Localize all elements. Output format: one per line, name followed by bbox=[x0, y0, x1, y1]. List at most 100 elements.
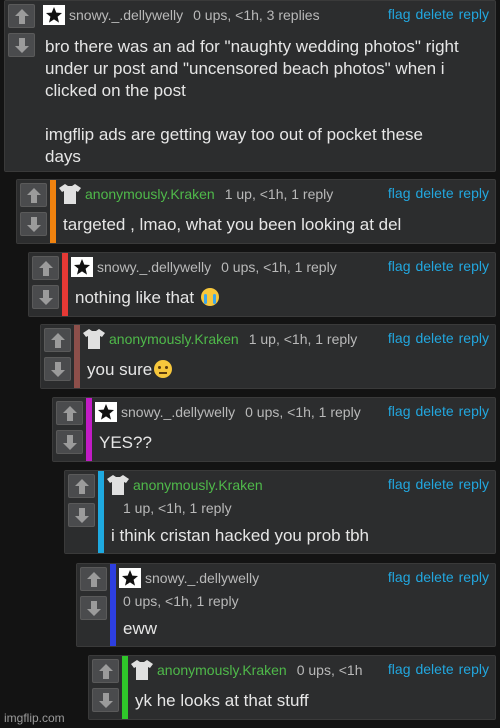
reply-link[interactable]: reply bbox=[459, 185, 489, 201]
delete-link[interactable]: delete bbox=[415, 403, 453, 419]
avatar[interactable] bbox=[59, 184, 81, 204]
downvote-button[interactable] bbox=[56, 430, 83, 454]
username-link[interactable]: snowy._.dellywelly bbox=[97, 259, 211, 275]
downvote-button[interactable] bbox=[92, 688, 119, 712]
arrow-up-icon bbox=[15, 9, 29, 24]
vote-controls bbox=[65, 471, 99, 553]
downvote-button[interactable] bbox=[80, 596, 107, 620]
comment-actions: flag delete reply bbox=[383, 329, 489, 347]
arrow-down-icon bbox=[27, 217, 41, 232]
flag-link[interactable]: flag bbox=[388, 476, 411, 492]
arrow-down-icon bbox=[39, 290, 53, 305]
upvote-button[interactable] bbox=[92, 659, 119, 683]
arrow-down-icon bbox=[75, 508, 89, 523]
thread-depth-bar bbox=[122, 656, 128, 719]
delete-link[interactable]: delete bbox=[415, 330, 453, 346]
comment-1: anonymously.Kraken 1 up, <1h, 1 reply fla… bbox=[16, 179, 496, 244]
delete-link[interactable]: delete bbox=[415, 476, 453, 492]
flag-link[interactable]: flag bbox=[388, 661, 411, 677]
comment-stats: 1 up, <1h, 1 reply bbox=[248, 331, 358, 347]
tshirt-icon bbox=[107, 475, 129, 495]
delete-link[interactable]: delete bbox=[415, 185, 453, 201]
flag-link[interactable]: flag bbox=[388, 6, 411, 22]
comment-text: i think cristan hacked you prob tbh bbox=[111, 526, 369, 545]
thread-depth-bar bbox=[50, 180, 56, 243]
username-link[interactable]: snowy._.dellywelly bbox=[69, 7, 183, 23]
arrow-up-icon bbox=[39, 261, 53, 276]
tshirt-icon bbox=[83, 329, 105, 349]
thread-depth-bar bbox=[62, 253, 68, 316]
upvote-button[interactable] bbox=[20, 183, 47, 207]
arrow-up-icon bbox=[87, 572, 101, 587]
face-with-raised-eyebrow-emoji bbox=[154, 360, 173, 378]
comment-actions: flag delete reply bbox=[383, 568, 489, 586]
reply-link[interactable]: reply bbox=[459, 569, 489, 585]
downvote-button[interactable] bbox=[20, 212, 47, 236]
flag-link[interactable]: flag bbox=[388, 258, 411, 274]
arrow-down-icon bbox=[15, 38, 29, 53]
arrow-down-icon bbox=[63, 435, 77, 450]
flag-link[interactable]: flag bbox=[388, 403, 411, 419]
comment-5: anonymously.Kraken flag delete reply 1 up,… bbox=[64, 470, 496, 554]
reply-link[interactable]: reply bbox=[459, 403, 489, 419]
avatar[interactable] bbox=[83, 329, 105, 349]
delete-link[interactable]: delete bbox=[415, 6, 453, 22]
delete-link[interactable]: delete bbox=[415, 258, 453, 274]
comment-text: bro there was an ad for "naughty wedding… bbox=[45, 37, 459, 166]
username-link[interactable]: anonymously.Kraken bbox=[109, 331, 239, 347]
comment-4: snowy._.dellywelly 0 ups, <1h, 1 reply fl… bbox=[52, 397, 496, 462]
flag-link[interactable]: flag bbox=[388, 185, 411, 201]
star-icon bbox=[46, 7, 62, 23]
comment-text: you sure bbox=[87, 360, 153, 379]
reply-link[interactable]: reply bbox=[459, 6, 489, 22]
username-link[interactable]: anonymously.Kraken bbox=[85, 186, 215, 202]
downvote-button[interactable] bbox=[68, 503, 95, 527]
upvote-button[interactable] bbox=[68, 474, 95, 498]
comment-stats: 0 ups, <1h, 1 reply bbox=[245, 404, 361, 420]
avatar[interactable] bbox=[119, 568, 141, 588]
username-link[interactable]: anonymously.Kraken bbox=[133, 477, 263, 493]
downvote-button[interactable] bbox=[8, 33, 35, 57]
comment-body: nothing like that bbox=[75, 287, 219, 309]
flag-link[interactable]: flag bbox=[388, 569, 411, 585]
avatar[interactable] bbox=[95, 402, 117, 422]
upvote-button[interactable] bbox=[80, 567, 107, 591]
upvote-button[interactable] bbox=[8, 4, 35, 28]
avatar[interactable] bbox=[43, 5, 65, 25]
avatar[interactable] bbox=[131, 660, 153, 680]
comment-actions: flag delete reply bbox=[383, 402, 489, 420]
delete-link[interactable]: delete bbox=[415, 569, 453, 585]
downvote-button[interactable] bbox=[44, 357, 71, 381]
tshirt-icon bbox=[59, 184, 81, 204]
reply-link[interactable]: reply bbox=[459, 661, 489, 677]
comment-6: snowy._.dellywelly flag delete reply 0 ups… bbox=[76, 563, 496, 647]
comment-meta: snowy._.dellywelly 0 ups, <1h, 3 replies bbox=[43, 5, 320, 25]
vote-controls bbox=[29, 253, 63, 316]
username-link[interactable]: snowy._.dellywelly bbox=[145, 570, 259, 586]
vote-controls bbox=[5, 1, 39, 171]
comment-text: yk he looks at that stuff bbox=[135, 691, 309, 710]
upvote-button[interactable] bbox=[56, 401, 83, 425]
username-link[interactable]: snowy._.dellywelly bbox=[121, 404, 235, 420]
comment-text: YES?? bbox=[99, 433, 152, 452]
downvote-button[interactable] bbox=[32, 285, 59, 309]
comment-stats: 0 ups, <1h, 1 reply bbox=[221, 259, 337, 275]
reply-link[interactable]: reply bbox=[459, 330, 489, 346]
comment-meta: anonymously.Kraken bbox=[107, 475, 263, 495]
comment-meta: anonymously.Kraken 1 up, <1h, 1 reply bbox=[59, 184, 333, 204]
arrow-up-icon bbox=[75, 479, 89, 494]
upvote-button[interactable] bbox=[32, 256, 59, 280]
reply-link[interactable]: reply bbox=[459, 476, 489, 492]
reply-link[interactable]: reply bbox=[459, 258, 489, 274]
comment-text: targeted , lmao, what you been looking a… bbox=[63, 215, 402, 234]
username-link[interactable]: anonymously.Kraken bbox=[157, 662, 287, 678]
star-icon bbox=[74, 259, 90, 275]
flag-link[interactable]: flag bbox=[388, 330, 411, 346]
comment-stats: 1 up, <1h, 1 reply bbox=[224, 186, 334, 202]
avatar[interactable] bbox=[71, 257, 93, 277]
delete-link[interactable]: delete bbox=[415, 661, 453, 677]
comment-actions: flag delete reply bbox=[383, 184, 489, 202]
avatar[interactable] bbox=[107, 475, 129, 495]
thread-depth-bar bbox=[86, 398, 92, 461]
upvote-button[interactable] bbox=[44, 328, 71, 352]
